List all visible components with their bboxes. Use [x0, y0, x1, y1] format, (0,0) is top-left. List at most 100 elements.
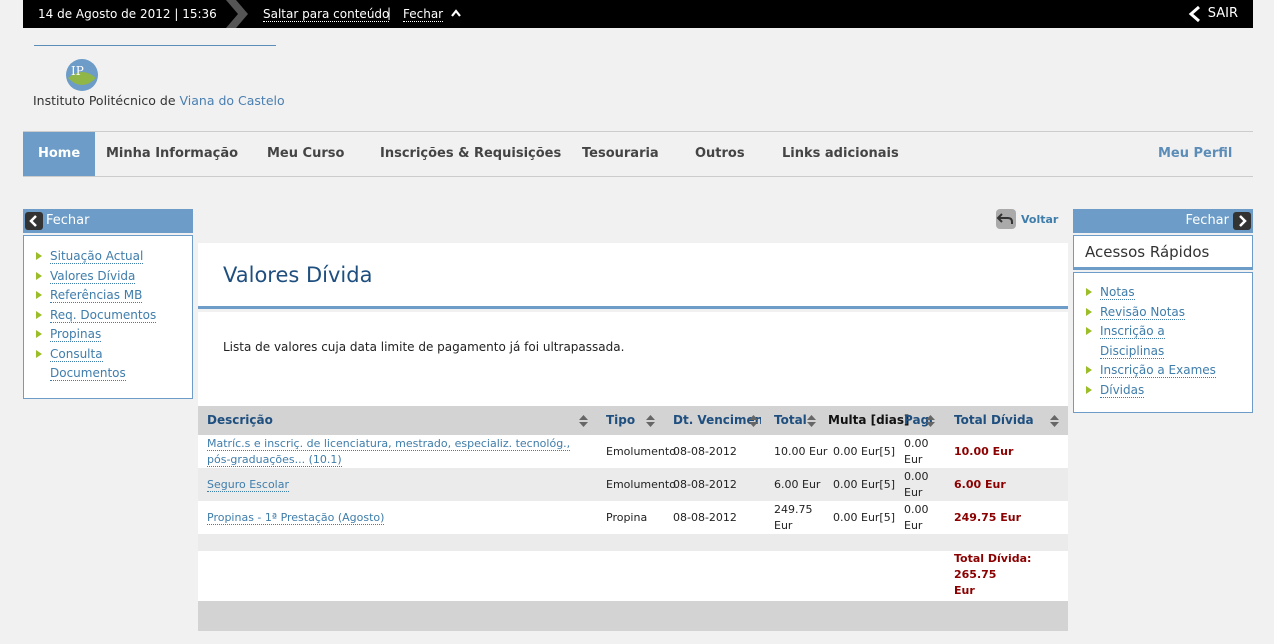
quick-item-revisao-notas[interactable]: Revisão Notas [1084, 303, 1216, 323]
col-total[interactable]: Total [774, 413, 807, 427]
nav-minha-informacao[interactable]: Minha Informação [106, 132, 238, 176]
menu-label[interactable]: Inscrição a Exames [1100, 363, 1216, 378]
menu-label[interactable]: Dívidas [1100, 382, 1145, 398]
bullet-icon [1086, 327, 1092, 335]
menu-label[interactable]: Valores Dívida [50, 268, 136, 284]
left-menu-item-consulta-documentos[interactable]: Consulta Documentos [34, 345, 156, 384]
quick-access-menu: Notas Revisão Notas Inscrição a Disciplin… [1084, 283, 1216, 400]
menu-label[interactable]: Situação Actual [50, 249, 144, 264]
right-panel-close-label[interactable]: Fechar [1186, 213, 1229, 228]
institution-name-main: Instituto Politécnico de [33, 93, 176, 108]
bullet-icon [1086, 288, 1092, 296]
row-vencimento: 08-08-2012 [673, 445, 737, 458]
left-menu-item-valores-divida[interactable]: Valores Dívida [34, 267, 156, 287]
table-footer [198, 601, 1068, 631]
sort-icon[interactable] [806, 414, 817, 428]
main-nav: Home Minha Informação Meu Curso Inscriçõ… [23, 131, 1253, 177]
menu-label[interactable]: Propinas [50, 327, 102, 342]
left-menu-box: Situação Actual Valores Dívida Referênci… [23, 235, 193, 399]
debt-table: Descrição Tipo Dt. Vencimento Total Mult… [198, 406, 1068, 631]
collapse-left-icon[interactable] [25, 212, 43, 230]
page-description: Lista de valores cuja data limite de pag… [223, 340, 625, 354]
left-panel-close-label[interactable]: Fechar [46, 213, 89, 228]
close-topbar-link[interactable]: Fechar [403, 7, 444, 22]
description-line[interactable]: pós-graduações... (10.1) [207, 453, 342, 467]
row-description[interactable]: Propinas - 1ª Prestação (Agosto) [207, 510, 385, 526]
row-divida: 249.75 Eur [954, 511, 1022, 524]
pago-value: 0.00 [904, 437, 929, 450]
row-total: 6.00 Eur [774, 478, 821, 491]
table-row: Matríc.s e inscriç. de licenciatura, mes… [198, 435, 1068, 468]
back-arrow-icon[interactable] [996, 209, 1016, 229]
table-row: Seguro Escolar Emolumento 08-08-2012 6.0… [198, 468, 1068, 501]
sort-icon[interactable] [748, 414, 759, 428]
total-debt-unit: Eur [954, 584, 975, 597]
bullet-icon [1086, 366, 1092, 374]
right-panel-header[interactable]: Fechar [1073, 209, 1253, 233]
row-pago: 0.00 Eur [904, 436, 929, 468]
pago-unit: Eur [904, 486, 923, 499]
quick-item-inscricao-disciplinas[interactable]: Inscrição a Disciplinas [1084, 322, 1216, 361]
chevron-left-icon[interactable] [1187, 5, 1203, 23]
description-line[interactable]: Seguro Escolar [207, 478, 289, 492]
nav-meu-perfil[interactable]: Meu Perfil [1158, 132, 1232, 176]
description-line[interactable]: Propinas - 1ª Prestação (Agosto) [207, 511, 385, 525]
col-tipo[interactable]: Tipo [606, 413, 635, 427]
left-menu: Situação Actual Valores Dívida Referênci… [34, 247, 157, 384]
ipvc-logo-icon[interactable]: IP [62, 58, 102, 92]
menu-label[interactable]: Inscrição a [1100, 324, 1165, 339]
row-total: 10.00 Eur [774, 445, 828, 458]
menu-label[interactable]: Req. Documentos [50, 307, 157, 323]
skip-to-content-link[interactable]: Saltar para conteúdo [263, 7, 390, 22]
left-menu-item-referencias[interactable]: Referências MB [34, 286, 156, 306]
left-panel-header[interactable]: Fechar [23, 209, 193, 233]
pago-value: 0.00 [904, 470, 929, 483]
pago-unit: Eur [904, 519, 923, 532]
nav-outros[interactable]: Outros [695, 132, 745, 176]
nav-home[interactable]: Home [23, 132, 96, 176]
menu-label[interactable]: Revisão Notas [1100, 304, 1186, 320]
row-description[interactable]: Seguro Escolar [207, 477, 289, 493]
menu-label[interactable]: Referências MB [50, 288, 143, 303]
row-description[interactable]: Matríc.s e inscriç. de licenciatura, mes… [207, 436, 571, 468]
nav-tesouraria[interactable]: Tesouraria [582, 132, 659, 176]
nav-links-adicionais[interactable]: Links adicionais [782, 132, 899, 176]
col-total-divida[interactable]: Total Dívida [954, 413, 1034, 427]
row-tipo: Emolumento [606, 445, 676, 458]
sort-icon[interactable] [1049, 414, 1060, 428]
bullet-icon [36, 252, 42, 260]
nav-inscricoes[interactable]: Inscrições & Requisições [380, 132, 561, 176]
institution-name: Instituto Politécnico de Viana do Castel… [33, 93, 285, 108]
bullet-icon [36, 349, 42, 358]
sort-icon[interactable] [578, 414, 589, 428]
menu-label[interactable]: Consulta [50, 346, 103, 362]
sort-icon[interactable] [925, 414, 936, 428]
row-pago: 0.00 Eur [904, 502, 929, 534]
left-menu-item-propinas[interactable]: Propinas [34, 325, 156, 345]
left-menu-item-situacao[interactable]: Situação Actual [34, 247, 156, 267]
row-tipo: Emolumento [606, 478, 676, 491]
chevron-up-icon[interactable] [450, 7, 462, 19]
menu-label[interactable]: Disciplinas [1100, 343, 1165, 359]
quick-item-notas[interactable]: Notas [1084, 283, 1216, 303]
quick-item-inscricao-exames[interactable]: Inscrição a Exames [1084, 361, 1216, 381]
collapse-right-icon[interactable] [1233, 212, 1251, 230]
logout-link[interactable]: SAIR [1208, 6, 1238, 21]
bullet-icon [36, 330, 42, 338]
col-descricao[interactable]: Descrição [207, 413, 273, 427]
quick-item-dividas[interactable]: Dívidas [1084, 381, 1216, 401]
menu-label[interactable]: Notas [1100, 285, 1135, 300]
page-header: Valores Dívida [198, 243, 1068, 309]
svg-text:IP: IP [71, 64, 84, 78]
row-vencimento: 08-08-2012 [673, 511, 737, 524]
row-multa: 0.00 Eur[5] [833, 511, 896, 524]
left-menu-item-req-documentos[interactable]: Req. Documentos [34, 306, 157, 326]
sort-icon[interactable] [645, 414, 656, 428]
description-line[interactable]: Matríc.s e inscriç. de licenciatura, mes… [207, 437, 571, 451]
nav-meu-curso[interactable]: Meu Curso [267, 132, 344, 176]
menu-label[interactable]: Documentos [50, 366, 126, 381]
back-link[interactable]: Voltar [1021, 213, 1058, 226]
bullet-icon [36, 271, 42, 280]
pago-unit: Eur [904, 453, 923, 466]
table-header: Descrição Tipo Dt. Vencimento Total Mult… [198, 406, 1068, 435]
